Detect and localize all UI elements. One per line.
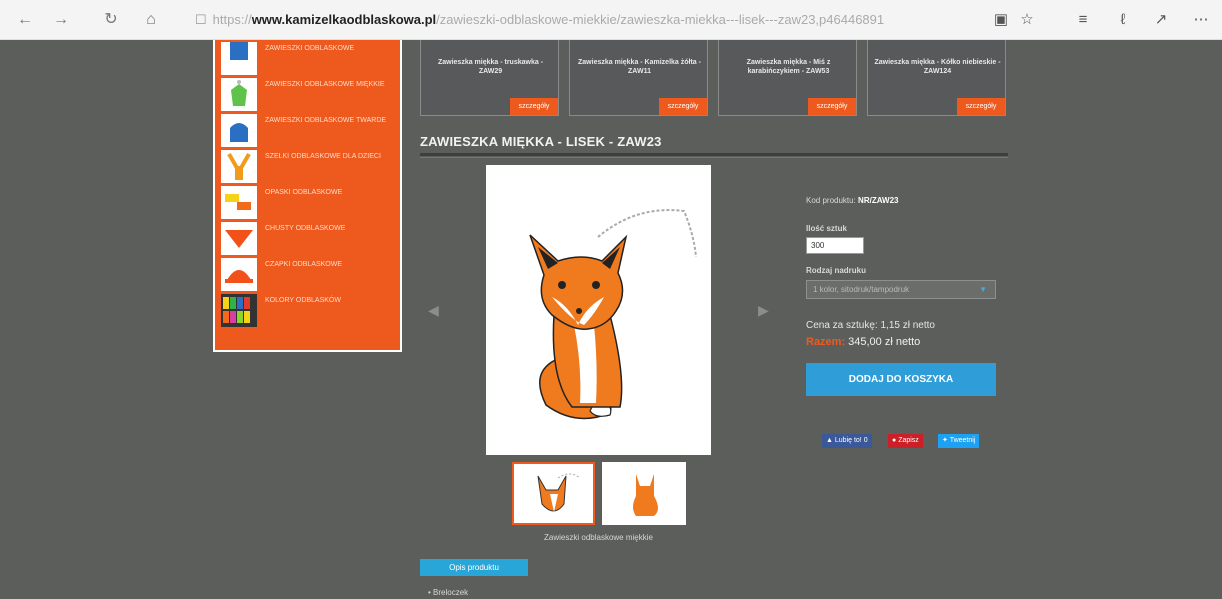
category-thumbnail (221, 78, 257, 111)
product-code: Kod produktu: NR/ZAW23 (806, 196, 899, 205)
next-image-arrow-icon[interactable]: ▶ (758, 302, 769, 319)
related-product-card[interactable]: Zawieszka miękka - Kółko niebieskie - ZA… (867, 40, 1006, 116)
back-arrow-icon[interactable]: ← (14, 9, 36, 31)
home-icon[interactable]: ⌂ (140, 9, 162, 31)
details-button[interactable]: szczegóły (808, 98, 856, 115)
bullet-text: Breloczek (433, 588, 469, 597)
related-product-title: Zawieszka miękka - truskawka - ZAW29 (437, 59, 544, 75)
title-divider (420, 157, 1008, 158)
description-bullet: • Breloczek (428, 588, 468, 597)
related-product-card[interactable]: Zawieszka miękka - truskawka - ZAW29 szc… (420, 40, 559, 116)
thumbs-up-icon: ▲ (826, 437, 833, 444)
sidebar-item-label: KOLORY ODBLASKÓW (265, 297, 341, 304)
category-thumbnail (221, 42, 257, 75)
related-product-card[interactable]: Zawieszka miękka - Miś z karabińczykiem … (718, 40, 857, 116)
image-caption: Zawieszki odblaskowe miękkie (544, 533, 653, 542)
sidebar-item-zawieszki-twarde[interactable]: ZAWIESZKI ODBLASKOWE TWARDE (219, 112, 400, 148)
share-icon[interactable]: ↗ (1150, 9, 1172, 31)
sidebar-item-zawieszki-miekkie[interactable]: ZAWIESZKI ODBLASKOWE MIĘKKIE (219, 76, 400, 112)
print-type-select[interactable]: 1 kolor, sitodruk/tampodruk ▼ (806, 280, 996, 299)
reading-view-icon[interactable]: ▣ (990, 9, 1012, 31)
quantity-input[interactable]: 300 (806, 237, 864, 254)
tab-product-description[interactable]: Opis produktu (420, 559, 528, 576)
sidebar-item-szelki[interactable]: SZELKI ODBLASKOWE DLA DZIECI (219, 148, 400, 184)
pinterest-save-button[interactable]: ● Zapisz (888, 434, 923, 448)
favorite-star-icon[interactable]: ☆ (1016, 9, 1038, 31)
sidebar-item-zawieszki[interactable]: ZAWIESZKI ODBLASKOWE (219, 40, 400, 76)
category-thumbnail (221, 150, 257, 183)
category-thumbnail (221, 258, 257, 291)
more-icon[interactable]: ⋯ (1190, 9, 1212, 31)
sidebar-item-label: OPASKI ODBLASKOWE (265, 189, 343, 196)
chevron-down-icon: ▼ (979, 285, 987, 294)
product-main-image[interactable] (486, 165, 711, 455)
address-bar[interactable]: ☐ https://www.kamizelkaodblaskowa.pl/zawi… (195, 8, 965, 32)
sidebar-item-chusty[interactable]: CHUSTY ODBLASKOWE (219, 220, 400, 256)
product-code-value: NR/ZAW23 (858, 196, 899, 205)
total-price: Razem: 345,00 zł netto (806, 336, 920, 348)
category-thumbnail (221, 294, 257, 327)
category-sidebar: ZAWIESZKI ODBLASKOWE ZAWIESZKI ODBLASKOW… (213, 40, 402, 352)
print-type-value: 1 kolor, sitodruk/tampodruk (813, 285, 910, 294)
total-value: 345,00 zł netto (848, 336, 921, 348)
related-product-title: Zawieszka miękka - Kółko niebieskie - ZA… (874, 59, 1001, 75)
category-thumbnail (221, 222, 257, 255)
bullet-icon: • (428, 588, 431, 597)
total-label: Razem: (806, 336, 846, 348)
sidebar-item-label: ZAWIESZKI ODBLASKOWE TWARDE (265, 117, 387, 124)
page: ZAWIESZKI ODBLASKOWE ZAWIESZKI ODBLASKOW… (0, 40, 1222, 599)
sidebar-item-czapki[interactable]: CZAPKI ODBLASKOWE (219, 256, 400, 292)
details-button[interactable]: szczegóły (659, 98, 707, 115)
twitter-bird-icon: ✦ (942, 437, 948, 444)
category-thumbnail (221, 186, 257, 219)
quantity-label: Ilość sztuk (806, 224, 847, 233)
category-thumbnail (221, 114, 257, 147)
refresh-icon[interactable]: ↻ (100, 9, 122, 31)
pin-label: Zapisz (898, 437, 919, 444)
prev-image-arrow-icon[interactable]: ◀ (428, 302, 439, 319)
sidebar-item-kolory[interactable]: KOLORY ODBLASKÓW (219, 292, 400, 328)
tweet-label: Tweetnij (949, 437, 976, 444)
add-to-cart-button[interactable]: DODAJ DO KOSZYKA (806, 363, 996, 396)
related-product-title: Zawieszka miękka - Miś z karabińczykiem … (746, 59, 831, 75)
sidebar-item-label: CHUSTY ODBLASKOWE (265, 225, 346, 232)
sidebar-item-opaski[interactable]: OPASKI ODBLASKOWE (219, 184, 400, 220)
title-divider (420, 153, 1008, 156)
like-label: Lubię to! 0 (834, 437, 868, 444)
pen-icon[interactable]: ℓ (1112, 9, 1134, 31)
unit-price: Cena za sztukę: 1,15 zł netto (806, 320, 935, 331)
thumbnail-2[interactable] (602, 462, 686, 525)
favorites-list-icon[interactable]: ≡ (1072, 9, 1094, 31)
twitter-tweet-button[interactable]: ✦ Tweetnij (938, 434, 980, 448)
print-type-label: Rodzaj nadruku (806, 266, 867, 275)
browser-toolbar: ← → ↻ ⌂ ☐ https://www.kamizelkaodblaskowa… (0, 0, 1222, 40)
url-host: www.kamizelkaodblaskowa.pl (251, 12, 437, 27)
lock-icon: ☐ (195, 12, 207, 27)
details-button[interactable]: szczegóły (510, 98, 558, 115)
forward-arrow-icon[interactable]: → (50, 9, 72, 31)
pinterest-icon: ● (892, 437, 897, 444)
sidebar-item-label: ZAWIESZKI ODBLASKOWE (265, 45, 355, 52)
product-title: ZAWIESZKA MIĘKKA - LISEK - ZAW23 (420, 134, 662, 149)
sidebar-item-label: ZAWIESZKI ODBLASKOWE MIĘKKIE (265, 81, 385, 88)
facebook-like-button[interactable]: ▲ Lubię to! 0 (822, 434, 872, 448)
url-path: /zawieszki-odblaskowe-miekkie/zawieszka-… (436, 12, 885, 27)
sidebar-item-label: SZELKI ODBLASKOWE DLA DZIECI (265, 153, 381, 160)
related-product-title: Zawieszka miękka - Kamizelka żółta - ZAW… (578, 59, 701, 75)
url-prefix: https:// (212, 12, 252, 27)
thumbnail-1[interactable] (512, 462, 595, 525)
sidebar-item-label: CZAPKI ODBLASKOWE (265, 261, 343, 268)
related-product-card[interactable]: Zawieszka miękka - Kamizelka żółta - ZAW… (569, 40, 708, 116)
product-code-label: Kod produktu: (806, 196, 856, 205)
details-button[interactable]: szczegóły (957, 98, 1005, 115)
related-products-strip: Zawieszka miękka - truskawka - ZAW29 szc… (420, 40, 1008, 116)
